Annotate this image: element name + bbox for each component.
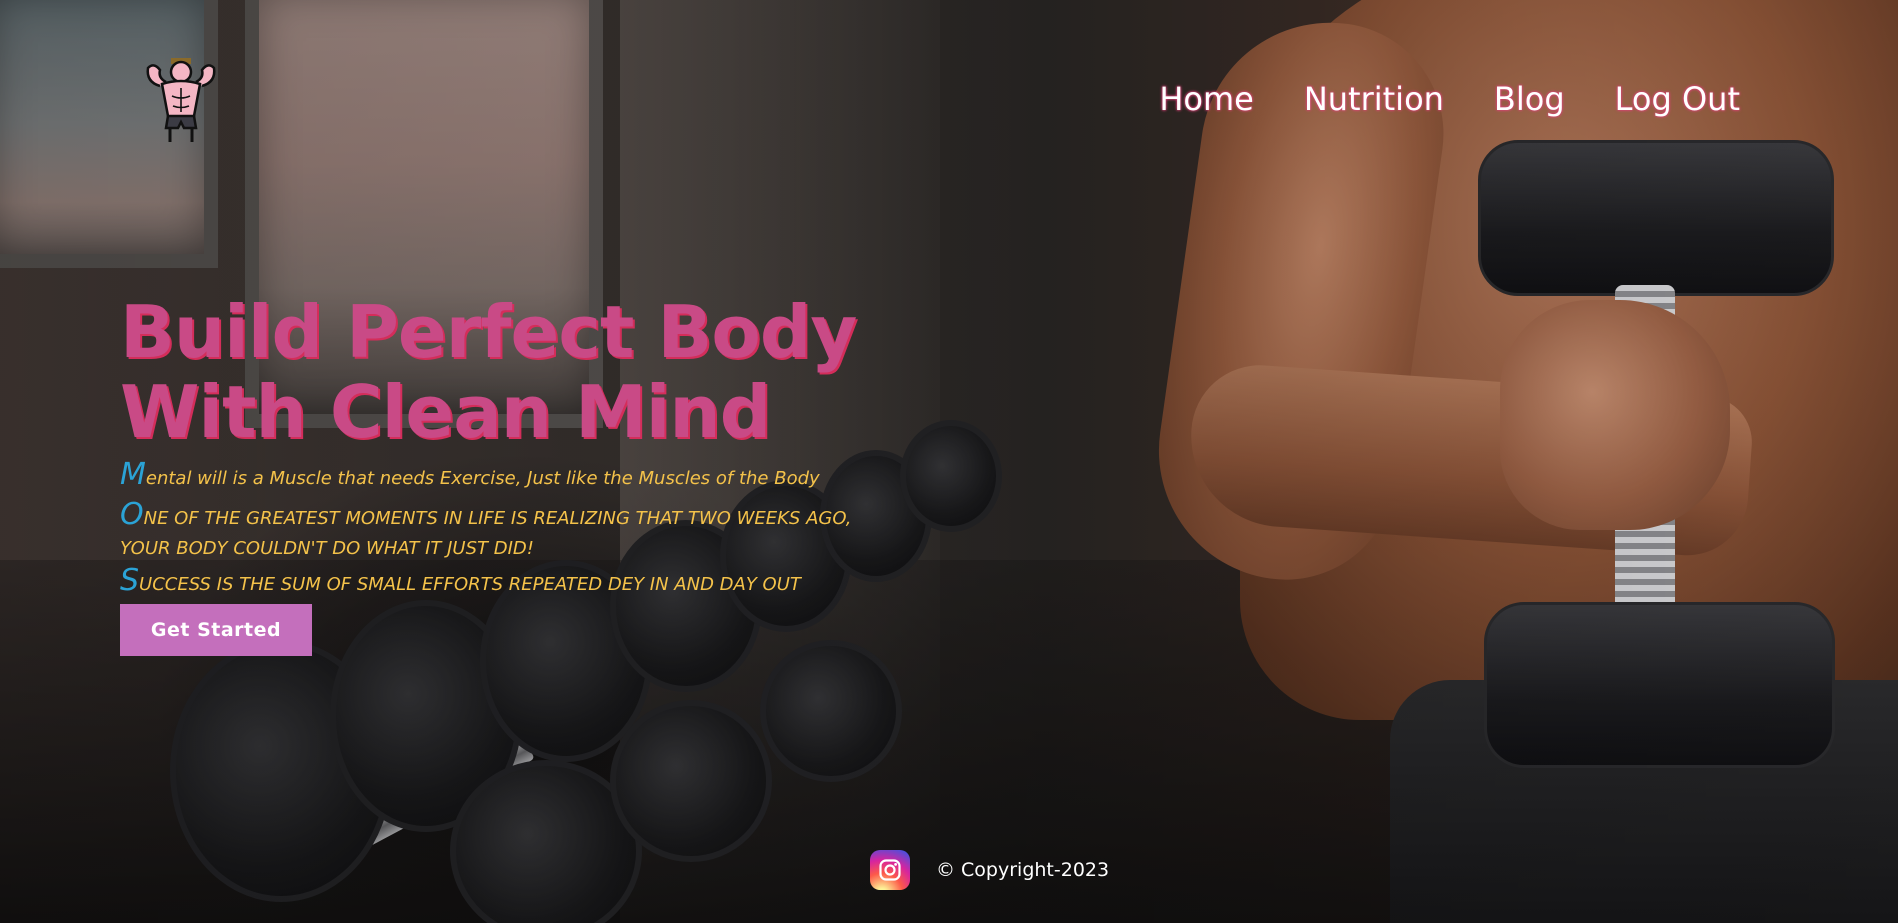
hero-section: Build Perfect Body With Clean Mind Menta… [120,292,880,656]
bodybuilder-flexing-icon[interactable] [140,56,224,144]
nav-home-link[interactable]: Home [1159,80,1254,118]
quote-initial: M [120,457,146,492]
hero-title-line2: With Clean Mind [120,370,771,454]
quote-text: uccess is the sum of small efforts repea… [139,574,801,595]
main-nav: Home Nutrition Blog Log Out [1159,80,1740,118]
quote-initial: O [120,497,144,532]
copyright-text: © Copyright-2023 [936,859,1110,881]
nav-logout-link[interactable]: Log Out [1615,80,1740,118]
hero-title: Build Perfect Body With Clean Mind [120,292,880,452]
quote-mental-will: Mental will is a Muscle that needs Exerc… [120,460,880,494]
quote-text: ental will is a Muscle that needs Exerci… [145,468,820,489]
get-started-button[interactable]: Get Started [120,604,312,656]
quote-initial: S [120,563,140,598]
hero-title-line1: Build Perfect Body [120,290,857,374]
nav-blog-link[interactable]: Blog [1494,80,1565,118]
quote-greatest-moments: One of the greatest moments in life is r… [120,500,880,564]
nav-nutrition-link[interactable]: Nutrition [1304,80,1444,118]
quote-success: Success is the sum of small efforts repe… [120,566,880,600]
footer: © Copyright-2023 [870,850,1109,890]
quote-text: ne of the greatest moments in life is re… [120,508,852,559]
instagram-icon[interactable] [870,850,910,890]
